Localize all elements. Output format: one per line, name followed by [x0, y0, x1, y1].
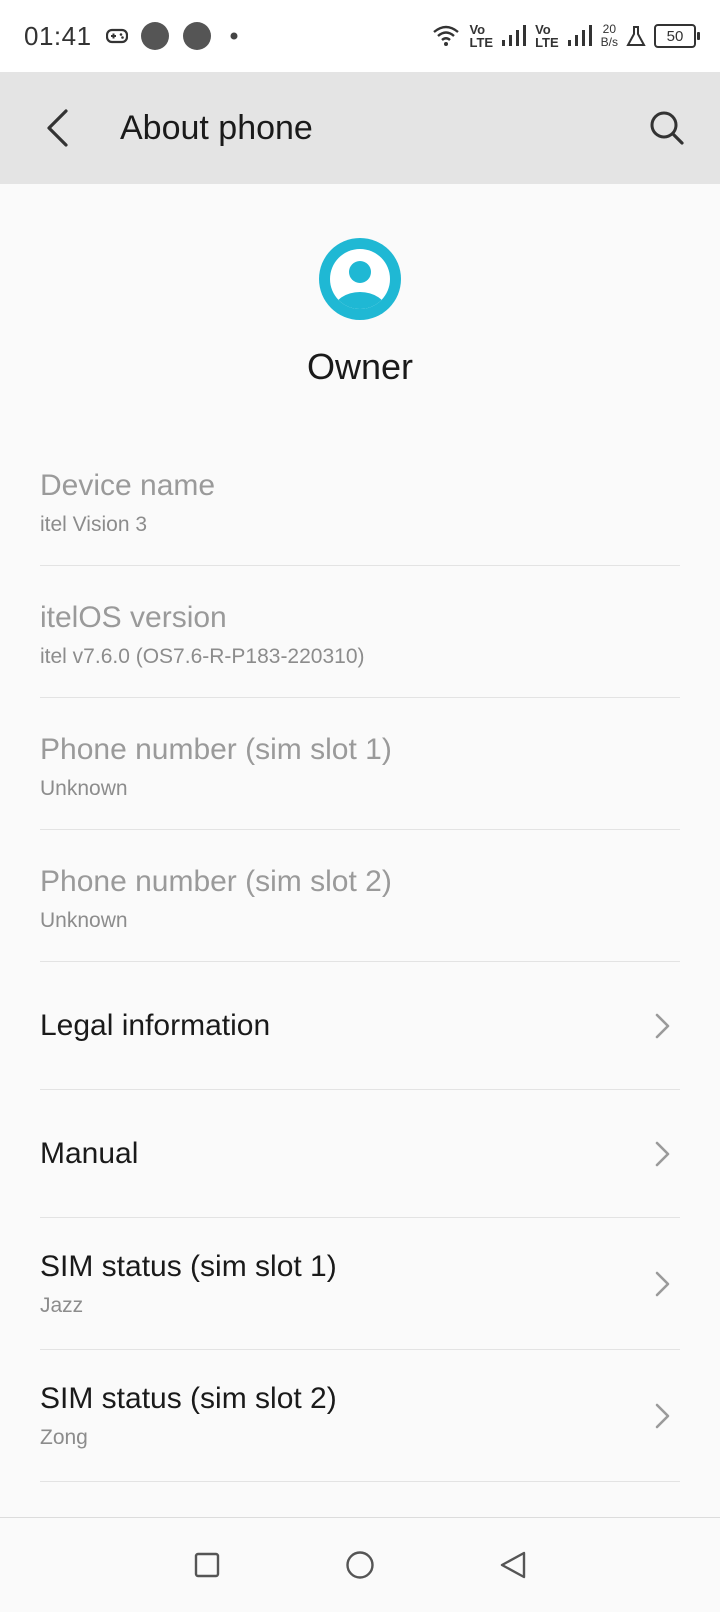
chevron-right-icon — [655, 1403, 670, 1428]
manual-row[interactable]: Manual — [40, 1090, 680, 1218]
volte-indicator-2: Vo LTE — [535, 22, 559, 50]
wifi-icon — [433, 25, 460, 46]
row-value: itel v7.6.0 (OS7.6-R-P183-220310) — [40, 644, 365, 668]
square-icon — [194, 1552, 219, 1578]
battery-indicator: 50 — [654, 24, 700, 48]
chevron-right-icon — [655, 1141, 670, 1166]
status-bar: 01:41 Vo LTE Vo LTE 20 B/s 50 — [0, 0, 720, 72]
status-notification-icons — [105, 21, 244, 51]
circle-icon — [346, 1551, 374, 1579]
signal-icon — [502, 25, 527, 46]
owner-name: Owner — [306, 346, 414, 387]
row-value: itel Vision 3 — [40, 512, 148, 536]
app-bar: About phone — [0, 72, 720, 184]
search-button[interactable] — [632, 93, 702, 163]
notification-dot-icon — [140, 22, 169, 50]
arrow-back-icon — [47, 109, 68, 147]
system-navigation-bar — [0, 1517, 720, 1612]
home-button[interactable] — [330, 1535, 390, 1595]
row-title: SIM status (sim slot 2) — [40, 1381, 337, 1415]
flask-icon — [626, 26, 646, 46]
recent-apps-button[interactable] — [177, 1535, 237, 1595]
search-icon — [650, 111, 684, 145]
gamepad-icon — [105, 28, 128, 44]
notification-dot-icon — [182, 22, 211, 50]
row-title: Phone number (sim slot 2) — [40, 864, 392, 898]
row-value: Zong — [40, 1425, 88, 1449]
triangle-back-icon — [501, 1551, 526, 1579]
network-speed: 20 B/s — [600, 22, 618, 49]
sim-status-slot1-row[interactable]: SIM status (sim slot 1) Jazz — [40, 1218, 680, 1350]
status-system-icons: Vo LTE Vo LTE 20 B/s 50 — [431, 22, 700, 50]
back-button[interactable] — [22, 93, 92, 163]
status-time: 01:41 — [24, 20, 92, 51]
chevron-right-icon — [655, 1013, 670, 1038]
more-notifications-icon — [230, 32, 238, 40]
row-value: Unknown — [40, 908, 128, 932]
legal-information-row[interactable]: Legal information — [40, 962, 680, 1090]
owner-profile[interactable]: Owner — [0, 184, 720, 388]
avatar-icon — [319, 238, 401, 320]
page-title: About phone — [120, 108, 313, 147]
phone-number-sim2-row[interactable]: Phone number (sim slot 2) Unknown — [40, 830, 680, 962]
about-list: Device name itel Vision 3 itelOS version… — [0, 434, 720, 1482]
row-title: itelOS version — [40, 600, 227, 634]
volte-indicator-1: Vo LTE — [469, 22, 494, 50]
back-nav-button[interactable] — [483, 1535, 543, 1595]
row-value: Jazz — [40, 1293, 84, 1317]
sim-status-slot2-row[interactable]: SIM status (sim slot 2) Zong — [40, 1350, 680, 1482]
row-title: Legal information — [40, 1008, 271, 1042]
os-version-row[interactable]: itelOS version itel v7.6.0 (OS7.6-R-P183… — [40, 566, 680, 698]
row-title: Device name — [40, 468, 216, 502]
signal-icon — [567, 25, 592, 46]
row-value: Unknown — [40, 776, 128, 800]
content: Owner Device name itel Vision 3 itelOS v… — [0, 184, 720, 1482]
row-title: SIM status (sim slot 1) — [40, 1249, 337, 1283]
row-title: Manual — [40, 1136, 139, 1170]
row-title: Phone number (sim slot 1) — [40, 732, 392, 766]
phone-number-sim1-row[interactable]: Phone number (sim slot 1) Unknown — [40, 698, 680, 830]
device-name-row[interactable]: Device name itel Vision 3 — [40, 434, 680, 566]
chevron-right-icon — [655, 1271, 670, 1296]
